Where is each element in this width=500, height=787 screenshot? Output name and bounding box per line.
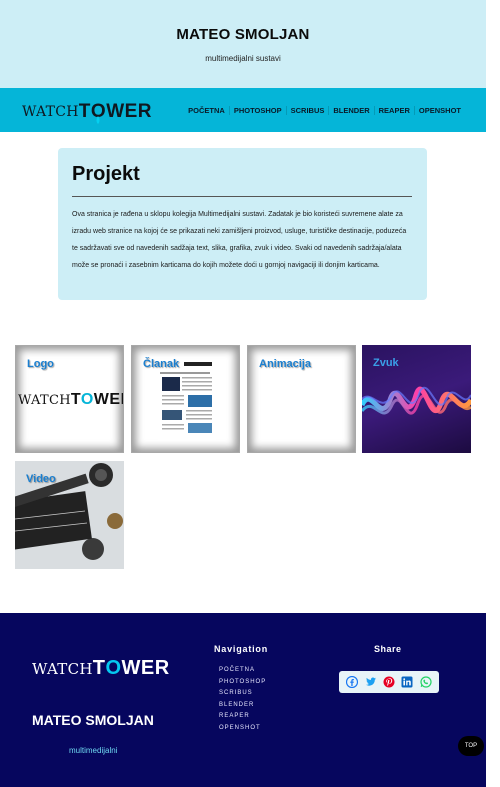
logo-letter-o: O <box>105 657 122 679</box>
tile-animacija[interactable]: Animacija <box>247 345 356 453</box>
tile-video[interactable]: Video <box>15 461 124 569</box>
footer-nav-heading: Navigation <box>214 644 269 654</box>
site-header: MATEO SMOLJAN multimedijalni sustavi <box>0 0 486 88</box>
logo-word-watch: WATCH <box>22 104 79 120</box>
main-nav: POČETNA PHOTOSHOP SCRIBUS BLENDER REAPER… <box>184 106 465 115</box>
logo-letters-wer: WER <box>93 391 123 408</box>
eye-drop-icon: O <box>105 657 121 680</box>
logo-letter-t: T <box>78 101 91 122</box>
footer-nav-item-scribus[interactable]: SCRIBUS <box>219 688 266 700</box>
tile-clanak[interactable]: Članak <box>131 345 240 453</box>
footer-nav-item-openshot[interactable]: OPENSHOT <box>219 723 266 735</box>
eye-drop-icon: O <box>91 101 106 124</box>
page: MATEO SMOLJAN multimedijalni sustavi WAT… <box>0 0 500 787</box>
nav-item-photoshop[interactable]: PHOTOSHOP <box>228 106 286 115</box>
footer-share-heading: Share <box>374 644 402 654</box>
pinterest-icon[interactable] <box>382 676 395 689</box>
nav-item-openshot[interactable]: OPENSHOT <box>413 106 465 115</box>
share-buttons <box>339 671 439 693</box>
nav-item-reaper[interactable]: REAPER <box>373 106 414 115</box>
back-to-top-button[interactable]: TOP <box>458 736 484 756</box>
footer-subtitle: multimedijalni <box>69 746 118 755</box>
logo-letters-wer: WER <box>106 101 153 122</box>
twitter-icon[interactable] <box>364 676 377 689</box>
logo-letter-o: O <box>80 391 94 408</box>
tile-label: Video <box>26 473 56 485</box>
tile-label: Animacija <box>259 358 311 370</box>
tile-label: Članak <box>143 358 180 370</box>
logo-word-tower: TOWER <box>78 101 153 124</box>
footer-nav-item-reaper[interactable]: REAPER <box>219 711 266 723</box>
footer-nav-item-photoshop[interactable]: PHOTOSHOP <box>219 677 266 689</box>
tile-logo[interactable]: Logo WATCH TOWER <box>15 345 124 453</box>
footer-nav-list: POČETNA PHOTOSHOP SCRIBUS BLENDER REAPER… <box>219 665 266 735</box>
site-footer: MATEO SMOLJAN multimedijalni Navigation … <box>0 613 486 787</box>
linkedin-icon[interactable] <box>401 676 414 689</box>
site-subtitle: multimedijalni sustavi <box>205 54 281 63</box>
tile-logo-image: WATCH TOWER <box>18 391 123 409</box>
logo-letter-t: T <box>70 391 81 408</box>
nav-item-scribus[interactable]: SCRIBUS <box>285 106 329 115</box>
logo-word-watch: WATCH <box>32 659 93 678</box>
logo-word-watch: WATCH <box>18 392 71 408</box>
logo-letters-wer: WER <box>121 657 170 679</box>
project-text: Ova stranica je rađena u sklopu kolegija… <box>72 211 407 269</box>
logo-word-tower: TOWER <box>93 657 170 680</box>
footer-title: MATEO SMOLJAN <box>32 712 154 728</box>
eye-drop-tail-icon <box>96 116 100 124</box>
right-gutter <box>486 0 500 787</box>
footer-nav-item-pocetna[interactable]: POČETNA <box>219 665 266 677</box>
footer-nav-item-blender[interactable]: BLENDER <box>219 700 266 712</box>
nav-item-blender[interactable]: BLENDER <box>328 106 373 115</box>
tile-label: Logo <box>27 358 54 370</box>
tile-zvuk[interactable]: Zvuk <box>362 345 471 453</box>
nav-item-pocetna[interactable]: POČETNA <box>184 106 229 115</box>
nav-logo[interactable]: WATCH TO WER <box>22 101 153 124</box>
site-title: MATEO SMOLJAN <box>176 26 310 43</box>
facebook-icon[interactable] <box>346 676 359 689</box>
project-heading: Projekt <box>72 163 140 185</box>
logo-word-tower: TOWER <box>70 391 123 409</box>
project-card: Projekt Ova stranica je rađena u sklopu … <box>58 148 427 300</box>
footer-logo[interactable]: WATCH TOWER <box>32 657 170 680</box>
logo-letter-t: T <box>92 657 106 679</box>
tile-label: Zvuk <box>373 357 399 369</box>
whatsapp-icon[interactable] <box>419 676 432 689</box>
project-divider <box>72 196 412 197</box>
